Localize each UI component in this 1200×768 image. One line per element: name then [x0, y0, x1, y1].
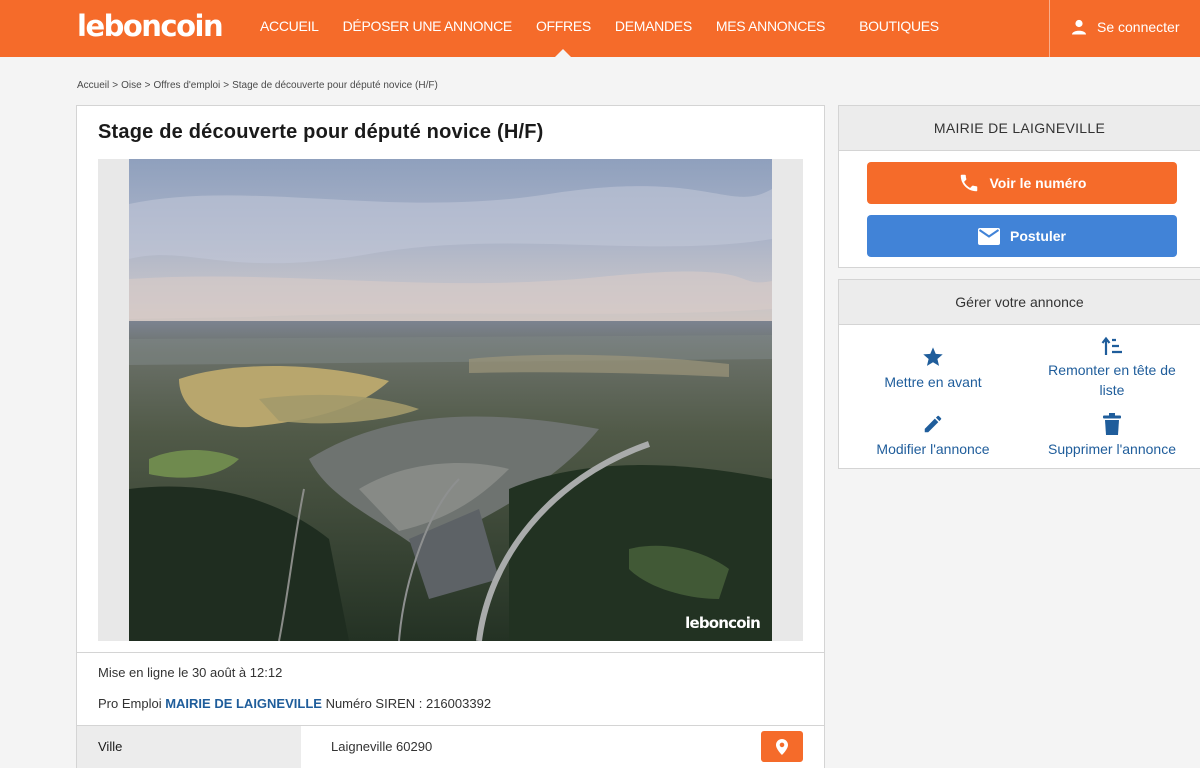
top-navigation-bar: leboncoin ACCUEIL DÉPOSER UNE ANNONCE OF… — [0, 0, 1200, 57]
attribute-value: Laigneville 60290 — [331, 739, 433, 754]
attribute-label: Ville — [77, 726, 301, 768]
nav-mes-annonces[interactable]: MES ANNONCES — [716, 0, 826, 57]
nav-boutiques[interactable]: BOUTIQUES — [859, 0, 939, 57]
ad-card: Stage de découverte pour député novice (… — [76, 105, 825, 768]
breadcrumb-separator: > — [112, 80, 119, 91]
photo-watermark: leboncoin — [685, 614, 761, 632]
nav-deposer-une-annonce[interactable]: DÉPOSER UNE ANNONCE — [343, 0, 513, 57]
star-icon — [923, 347, 943, 366]
manage-ad-card: Gérer votre annonce Mettre en avant Remo… — [838, 279, 1200, 469]
siren-number: Numéro SIREN : 216003392 — [325, 696, 492, 711]
trash-icon — [1103, 413, 1121, 435]
breadcrumb-separator: > — [223, 80, 230, 91]
edit-ad-action[interactable]: Modifier l'annonce — [869, 413, 997, 459]
login-link[interactable]: Se connecter — [1071, 17, 1180, 37]
edit-ad-label: Modifier l'annonce — [876, 441, 990, 457]
pro-type: Pro Emploi — [98, 696, 162, 711]
ad-gallery[interactable]: leboncoin — [98, 159, 803, 641]
leboncoin-logo[interactable]: leboncoin — [77, 9, 224, 43]
section-divider — [77, 652, 824, 653]
pro-info: Pro Emploi MAIRIE DE LAIGNEVILLE Numéro … — [98, 696, 491, 711]
delete-ad-label: Supprimer l'annonce — [1048, 441, 1176, 457]
breadcrumb-oise[interactable]: Oise — [121, 80, 142, 91]
pro-name-link[interactable]: MAIRIE DE LAIGNEVILLE — [165, 696, 322, 711]
login-label: Se connecter — [1097, 19, 1180, 35]
delete-ad-action[interactable]: Supprimer l'annonce — [1037, 413, 1187, 459]
breadcrumb-current: Stage de découverte pour député novice (… — [232, 80, 438, 91]
aerial-landscape-photo — [129, 159, 772, 641]
pencil-icon — [924, 415, 942, 433]
bump-ad-label: Remonter en tête de liste — [1048, 362, 1176, 398]
breadcrumb-separator: > — [144, 80, 151, 91]
nav-accueil[interactable]: ACCUEIL — [260, 0, 319, 57]
bump-ad-action[interactable]: Remonter en tête de liste — [1037, 336, 1187, 400]
breadcrumb: Accueil > Oise > Offres d'emploi > Stage de dé… — [77, 80, 438, 91]
sort-icon — [1101, 336, 1122, 355]
advertiser-name: MAIRIE DE LAIGNEVILLE — [839, 106, 1200, 151]
main-nav: ACCUEIL DÉPOSER UNE ANNONCE OFFRES DEMAN… — [260, 0, 939, 57]
header-divider — [1049, 0, 1050, 57]
breadcrumb-offres-emploi[interactable]: Offres d'emploi — [154, 80, 221, 91]
apply-button[interactable]: Postuler — [867, 215, 1177, 257]
phone-icon — [960, 174, 977, 192]
apply-label: Postuler — [1009, 228, 1066, 244]
show-phone-label: Voir le numéro — [989, 175, 1087, 191]
user-icon — [1072, 19, 1086, 35]
attribute-row-ville: Ville Laigneville 60290 — [77, 726, 824, 768]
map-button[interactable] — [761, 731, 803, 762]
nav-offres[interactable]: OFFRES — [536, 0, 591, 57]
ad-title: Stage de découverte pour député novice (… — [98, 121, 544, 143]
manage-title: Gérer votre annonce — [839, 280, 1200, 325]
feature-ad-action[interactable]: Mettre en avant — [869, 346, 997, 392]
ad-photo[interactable]: leboncoin — [129, 159, 772, 641]
envelope-icon — [977, 227, 1000, 245]
posted-date: Mise en ligne le 30 août à 12:12 — [98, 665, 283, 680]
breadcrumb-accueil[interactable]: Accueil — [77, 80, 109, 91]
nav-demandes[interactable]: DEMANDES — [615, 0, 692, 57]
show-phone-button[interactable]: Voir le numéro — [867, 162, 1177, 204]
map-pin-icon — [776, 738, 788, 755]
contact-card: MAIRIE DE LAIGNEVILLE Voir le numéro Pos… — [838, 105, 1200, 268]
feature-ad-label: Mettre en avant — [884, 374, 982, 390]
